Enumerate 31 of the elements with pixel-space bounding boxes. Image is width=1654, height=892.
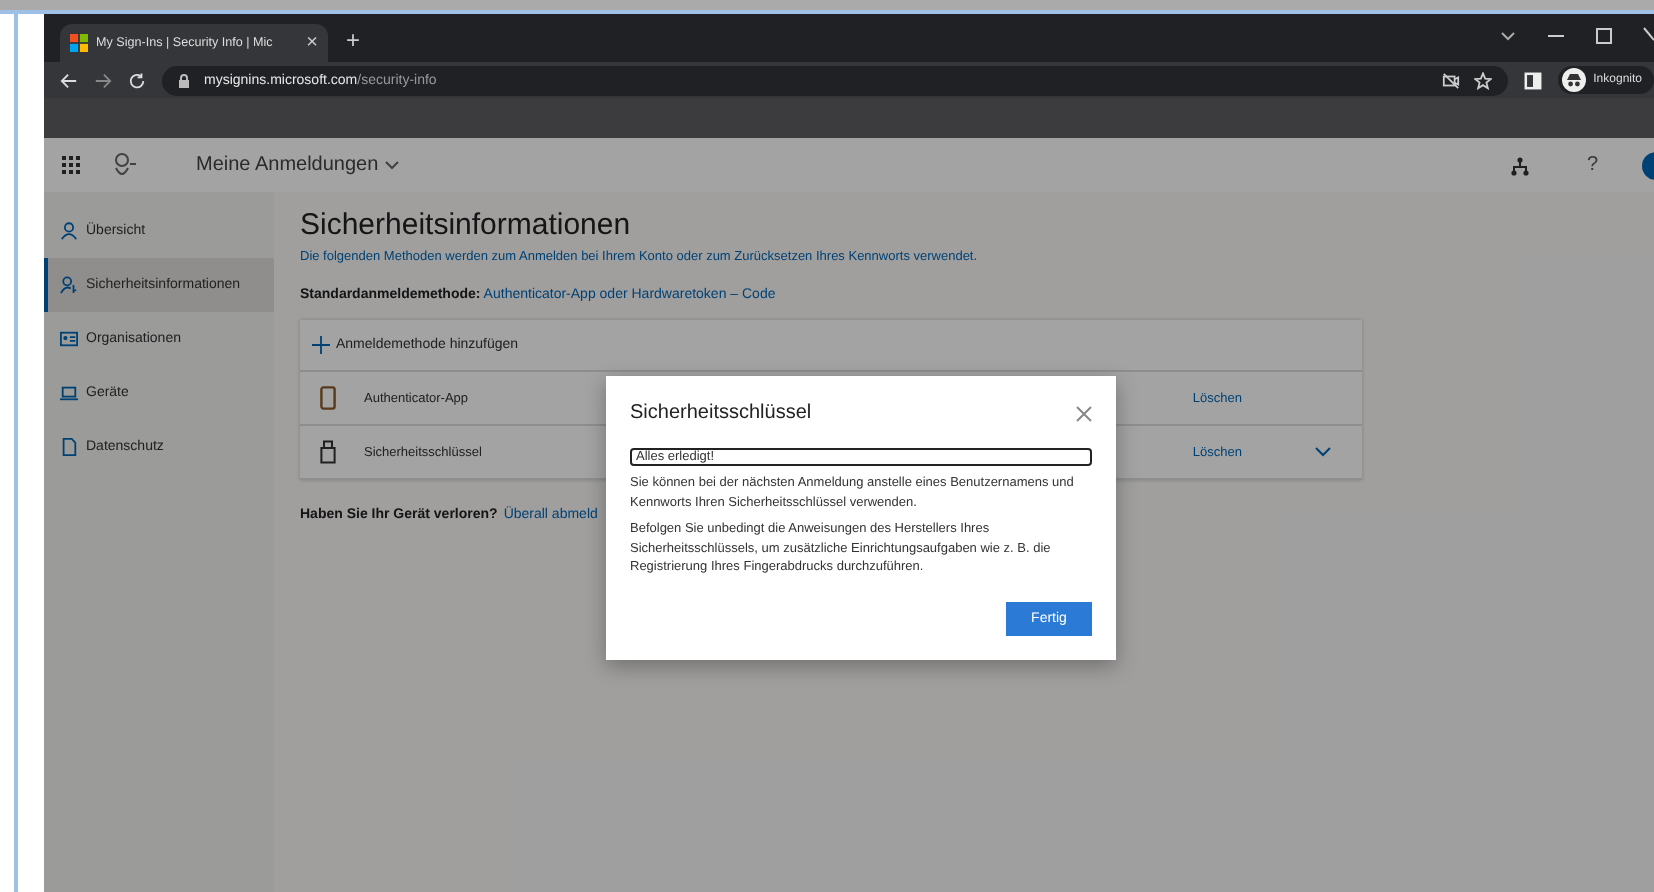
usb-key-icon <box>320 440 336 464</box>
windows-logo-icon <box>70 34 88 52</box>
camera-off-icon[interactable] <box>1441 71 1460 89</box>
side-panel-icon[interactable] <box>1523 71 1542 89</box>
document-lock-icon <box>60 438 78 456</box>
close-tab-button[interactable]: × <box>306 32 318 54</box>
organization-icon <box>60 330 78 348</box>
help-button[interactable]: ? <box>1586 154 1598 176</box>
lock-icon <box>178 73 190 87</box>
page-title: Sicherheitsinformationen <box>300 208 633 242</box>
back-icon[interactable] <box>60 71 78 89</box>
tab-search-icon[interactable] <box>1498 26 1518 46</box>
maximize-icon[interactable] <box>1594 26 1614 46</box>
app-launcher-icon[interactable] <box>62 156 80 174</box>
new-tab-button[interactable]: + <box>346 26 361 54</box>
chevron-down-icon <box>384 159 401 171</box>
organization-chart-icon[interactable] <box>1510 155 1531 175</box>
chevron-down-icon[interactable] <box>1313 446 1331 458</box>
plus-icon <box>312 336 330 354</box>
incognito-icon <box>1561 68 1586 92</box>
person-key-icon <box>60 276 78 294</box>
organization-logo-icon <box>112 151 136 179</box>
laptop-icon <box>60 384 78 402</box>
reload-icon[interactable] <box>128 71 146 89</box>
close-icon[interactable] <box>1642 26 1654 46</box>
person-icon <box>60 222 78 240</box>
star-icon[interactable] <box>1473 71 1492 89</box>
phone-icon <box>320 386 336 410</box>
app-title-menu[interactable]: Meine Anmeldungen <box>196 154 401 176</box>
dialog-title: Sicherheitsschlüssel <box>630 402 812 424</box>
forward-icon[interactable] <box>94 71 112 89</box>
